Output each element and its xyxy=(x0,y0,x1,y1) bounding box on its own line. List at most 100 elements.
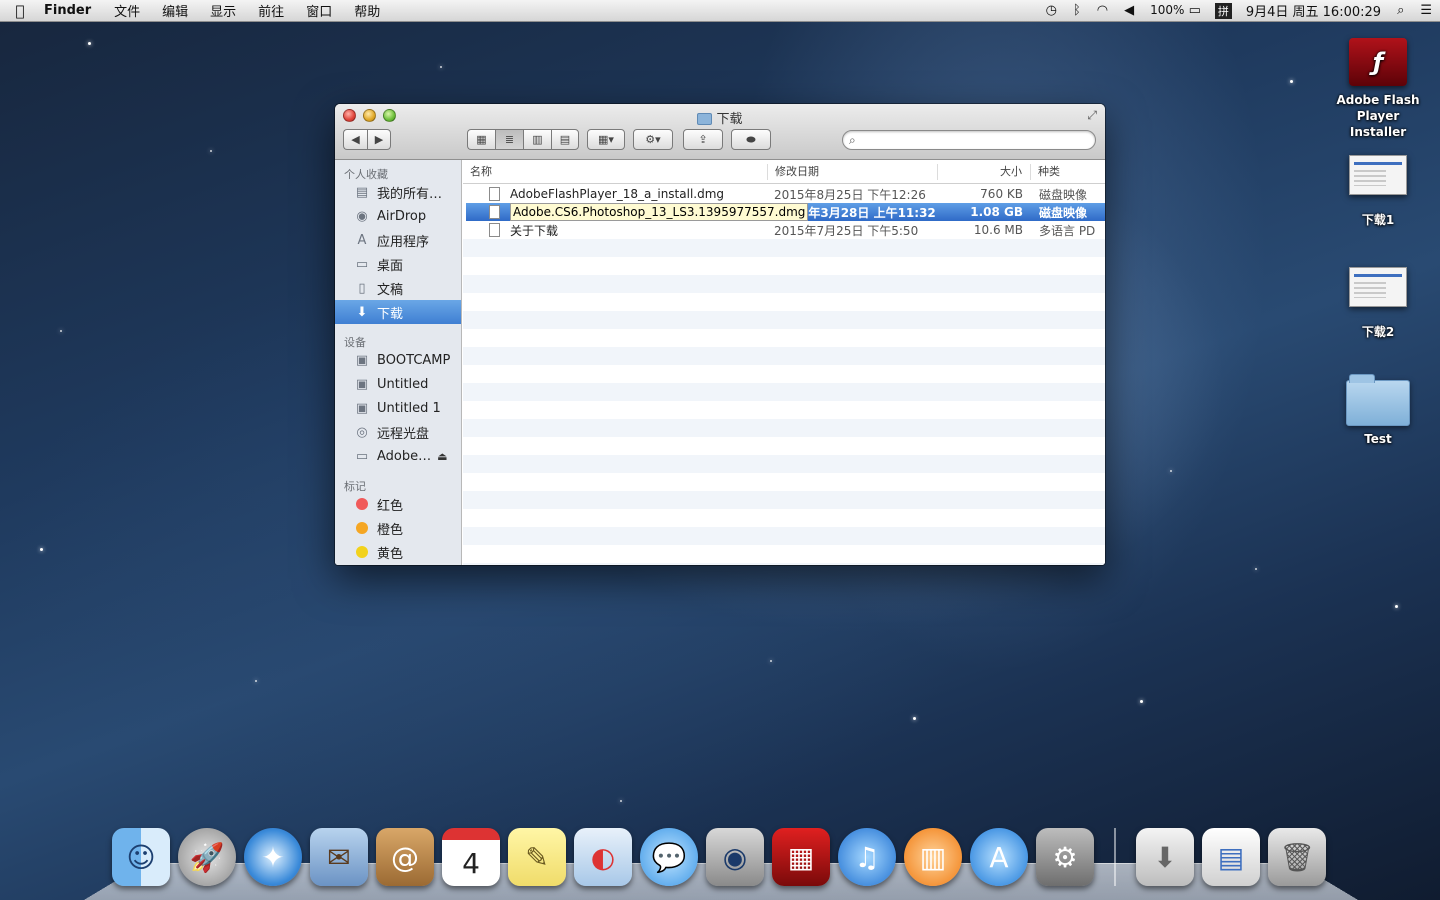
calendar-icon[interactable]: 4 xyxy=(442,828,500,886)
mail-icon[interactable]: ✉ xyxy=(310,828,368,886)
empty-row xyxy=(463,491,1105,509)
sidebar-item-downloads[interactable]: ⬇ 下载 xyxy=(335,300,461,324)
sidebar-item-label: 我的所有… xyxy=(377,183,442,202)
table-row-selected[interactable]: Adobe.CS6.Photoshop_13_LS3.1395977557.dm… xyxy=(466,203,1105,221)
menu-help[interactable]: 帮助 xyxy=(343,1,391,20)
downloads-icon: ⬇ xyxy=(353,305,371,320)
column-header-date[interactable]: 修改日期 xyxy=(768,164,938,180)
menu-view[interactable]: 显示 xyxy=(199,1,247,20)
downloads-folder-icon xyxy=(697,113,712,125)
action-gear-button[interactable]: ⚙▾ xyxy=(633,129,673,150)
time-machine-icon[interactable]: ◷ xyxy=(1038,3,1065,18)
sidebar-item-label: 黄色 xyxy=(377,543,403,562)
desktop-icon-test-folder[interactable]: Test xyxy=(1323,380,1433,446)
sidebar-item-untitled-1[interactable]: ▣ Untitled 1 xyxy=(335,396,461,420)
sidebar-item-all-my-files[interactable]: ▤ 我的所有… xyxy=(335,180,461,204)
empty-row xyxy=(463,545,1105,563)
menu-edit[interactable]: 编辑 xyxy=(151,1,199,20)
battery-status[interactable]: 100% ▭ xyxy=(1142,3,1209,18)
share-button[interactable]: ⇪ xyxy=(683,129,723,150)
apple-menu-icon[interactable]:  xyxy=(0,2,40,20)
desktop-icon-label: 下载1 xyxy=(1323,211,1433,228)
forward-button[interactable]: ▶ xyxy=(367,129,391,150)
column-header-name[interactable]: 名称 xyxy=(463,164,768,180)
facetime-icon[interactable]: ◉ xyxy=(706,828,764,886)
sidebar-item-tag-orange[interactable]: 橙色 xyxy=(335,516,461,540)
sidebar-item-documents[interactable]: ▯ 文稿 xyxy=(335,276,461,300)
notification-center-icon[interactable]: ☰ xyxy=(1412,3,1440,18)
downloads-stack-icon[interactable]: ⬇ xyxy=(1136,828,1194,886)
sidebar-item-untitled[interactable]: ▣ Untitled xyxy=(335,372,461,396)
search-input[interactable]: ⌕ xyxy=(842,130,1096,150)
desktop-icon-screenshot-1[interactable]: 下载1 xyxy=(1323,155,1433,228)
safari-icon[interactable]: ✦ xyxy=(244,828,302,886)
sidebar-item-adobe-volume[interactable]: ▭ Adobe… ⏏ xyxy=(335,444,461,468)
finder-icon[interactable]: ☺ xyxy=(112,828,170,886)
messages-icon[interactable]: 💬 xyxy=(640,828,698,886)
eject-icon[interactable]: ⏏ xyxy=(437,450,447,463)
column-view-button[interactable]: ▥ xyxy=(523,129,551,150)
volume-icon[interactable]: ◀ xyxy=(1116,3,1142,18)
bluetooth-icon[interactable]: ᛒ xyxy=(1065,3,1089,18)
icon-view-button[interactable]: ▦ xyxy=(467,129,495,150)
app-store-icon[interactable]: A xyxy=(970,828,1028,886)
file-list: 名称 修改日期 大小 种类 AdobeFlashPlayer_18_a_inst… xyxy=(463,160,1105,565)
trash-icon[interactable]: 🗑 xyxy=(1268,828,1326,886)
file-size: 10.6 MB xyxy=(938,223,1031,237)
wifi-icon[interactable]: ◠ xyxy=(1089,3,1116,18)
sidebar-item-remote-disc[interactable]: ◎ 远程光盘 xyxy=(335,420,461,444)
flash-player-icon: ƒ xyxy=(1349,38,1407,86)
itunes-icon[interactable]: ♫ xyxy=(838,828,896,886)
empty-row xyxy=(463,311,1105,329)
list-view-button[interactable]: ≣ xyxy=(495,129,523,150)
coverflow-view-button[interactable]: ▤ xyxy=(551,129,579,150)
column-header-size[interactable]: 大小 xyxy=(938,164,1031,180)
sidebar-item-tag-yellow[interactable]: 黄色 xyxy=(335,540,461,564)
spotlight-icon[interactable]: ⌕ xyxy=(1389,3,1412,18)
back-button[interactable]: ◀ xyxy=(343,129,367,150)
menu-window[interactable]: 窗口 xyxy=(295,1,343,20)
disk-icon: ▣ xyxy=(353,353,371,368)
desktop-icon-flash-installer[interactable]: ƒ Adobe Flash Player Installer xyxy=(1323,38,1433,140)
sidebar-item-applications[interactable]: A 应用程序 xyxy=(335,228,461,252)
battery-percent: 100% xyxy=(1150,3,1184,17)
photo-booth-icon[interactable]: ▦ xyxy=(772,828,830,886)
notes-icon[interactable]: ✎ xyxy=(508,828,566,886)
file-name: AdobeFlashPlayer_18_a_install.dmg xyxy=(463,187,768,201)
sidebar-item-desktop[interactable]: ▭ 桌面 xyxy=(335,252,461,276)
menu-app-name[interactable]: Finder xyxy=(40,3,103,18)
tags-button[interactable]: ⬬ xyxy=(731,129,771,150)
table-row[interactable]: AdobeFlashPlayer_18_a_install.dmg 2015年8… xyxy=(463,185,1105,203)
clock[interactable]: 9月4日 周五 16:00:29 xyxy=(1238,1,1389,20)
ibooks-icon[interactable]: ▥ xyxy=(904,828,962,886)
table-row[interactable]: 关于下载 2015年7月25日 下午5:50 10.6 MB 多语言 PD xyxy=(463,221,1105,239)
desktop-icon-screenshot-2[interactable]: 下载2 xyxy=(1323,267,1433,340)
sidebar-item-label: 文稿 xyxy=(377,279,403,298)
window-titlebar[interactable]: 下载 ⤢ ◀ ▶ ▦ ≣ ▥ ▤ ▦▾ ⚙▾ ⇪ ⬬ ⌕ xyxy=(335,104,1105,160)
menu-file[interactable]: 文件 xyxy=(103,1,151,20)
launchpad-icon[interactable]: 🚀 xyxy=(178,828,236,886)
column-header-kind[interactable]: 种类 xyxy=(1031,164,1105,180)
menu-go[interactable]: 前往 xyxy=(247,1,295,20)
screenshot-thumbnail-icon xyxy=(1349,267,1407,307)
empty-row xyxy=(463,527,1105,545)
rename-field[interactable]: Adobe.CS6.Photoshop_13_LS3.1395977557.dm… xyxy=(510,203,808,221)
window-title-text: 下载 xyxy=(716,112,742,127)
screenshot-stack-icon[interactable]: ▤ xyxy=(1202,828,1260,886)
sidebar-item-tag-red[interactable]: 红色 xyxy=(335,492,461,516)
fullscreen-icon[interactable]: ⤢ xyxy=(1087,108,1097,123)
sidebar-item-airdrop[interactable]: ◉ AirDrop xyxy=(335,204,461,228)
applications-icon: A xyxy=(353,233,371,248)
contacts-icon[interactable]: @ xyxy=(376,828,434,886)
sidebar-item-label: Adobe… xyxy=(377,449,431,464)
arrange-button[interactable]: ▦▾ xyxy=(587,129,625,150)
desktop-icon-label: Test xyxy=(1323,432,1433,446)
empty-row xyxy=(463,293,1105,311)
system-preferences-icon[interactable]: ⚙ xyxy=(1036,828,1094,886)
reminders-icon[interactable]: ◐ xyxy=(574,828,632,886)
tag-dot-icon xyxy=(356,522,368,534)
sidebar-item-bootcamp[interactable]: ▣ BOOTCAMP xyxy=(335,348,461,372)
input-method-icon[interactable]: 拼 xyxy=(1215,3,1232,19)
sidebar-header-favorites: 个人收藏 xyxy=(335,160,461,180)
sidebar-item-label: 应用程序 xyxy=(377,231,429,250)
